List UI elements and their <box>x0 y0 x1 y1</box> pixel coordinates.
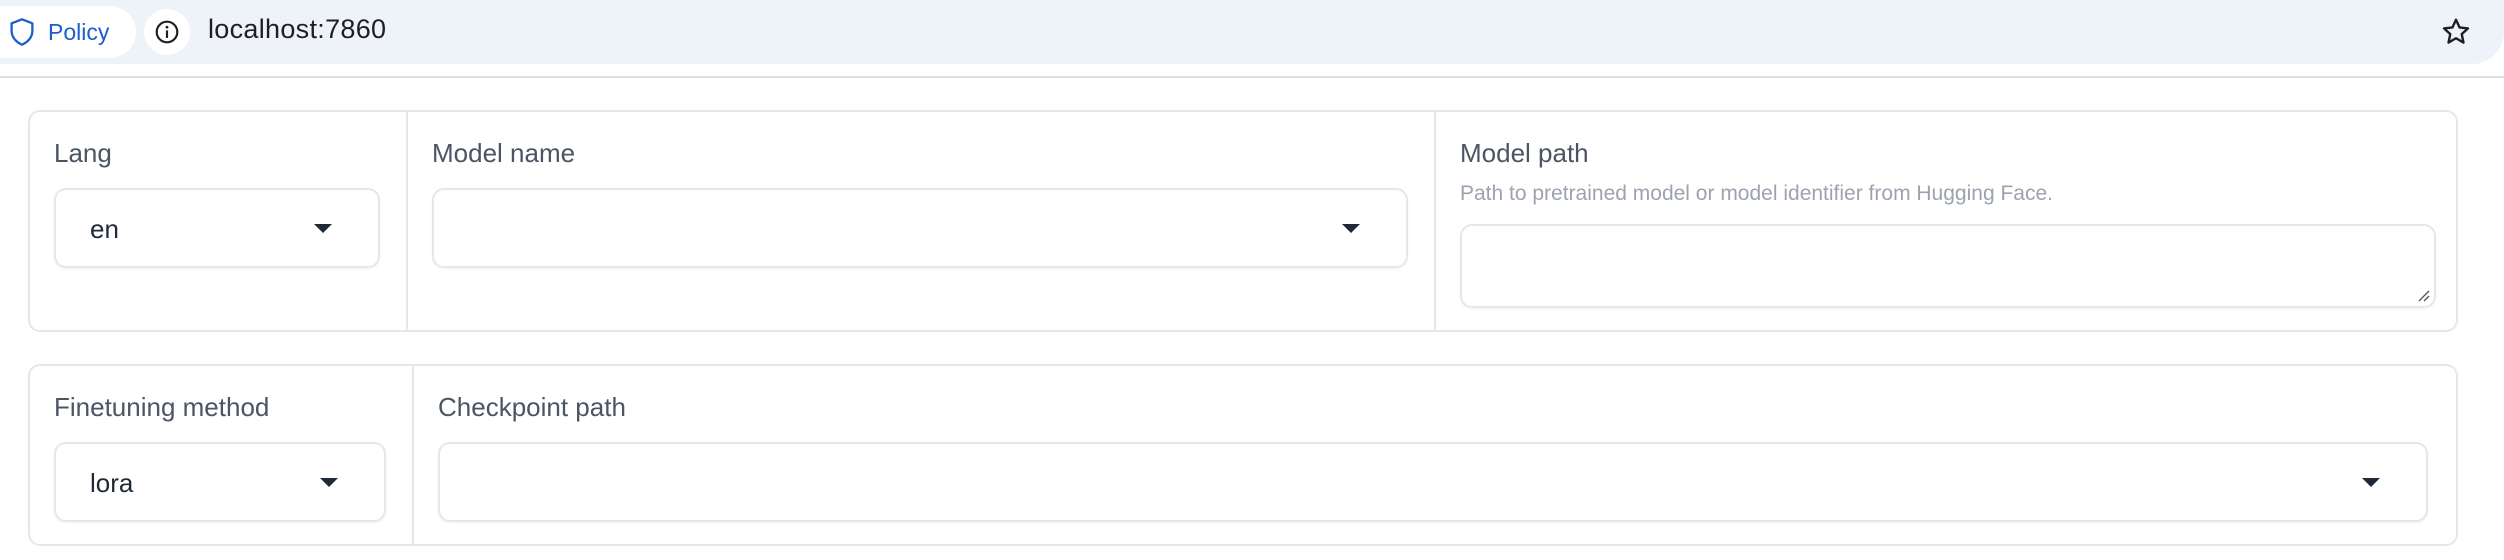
site-info-button[interactable] <box>144 9 190 55</box>
info-icon <box>155 20 179 44</box>
finetuning-method-label: Finetuning method <box>54 392 270 422</box>
checkpoint-path-field: Checkpoint path <box>412 366 2456 544</box>
resize-grip-icon[interactable] <box>2416 288 2430 302</box>
model-name-dropdown[interactable] <box>432 188 1408 268</box>
caret-down-icon <box>314 224 332 233</box>
finetuning-method-value: lora <box>90 468 134 498</box>
checkpoint-path-dropdown[interactable] <box>438 442 2428 522</box>
model-name-field: Model name <box>406 112 1434 330</box>
finetuning-method-dropdown[interactable]: lora <box>54 442 386 522</box>
policy-chip[interactable]: Policy <box>0 6 136 58</box>
caret-down-icon <box>2362 478 2380 487</box>
address-bar: Policy localhost:7860 <box>0 0 2504 64</box>
star-icon <box>2442 18 2470 44</box>
lang-label: Lang <box>54 138 112 168</box>
checkpoint-path-label: Checkpoint path <box>438 392 626 422</box>
policy-label: Policy <box>48 18 110 45</box>
finetuning-method-field: Finetuning method lora <box>30 366 412 544</box>
model-path-label: Model path <box>1460 138 1589 168</box>
caret-down-icon <box>320 478 338 487</box>
toolbar-divider <box>0 76 2504 78</box>
model-name-label: Model name <box>432 138 576 168</box>
model-path-info: Path to pretrained model or model identi… <box>1460 182 2053 205</box>
model-path-field: Model path Path to pretrained model or m… <box>1434 112 2456 330</box>
caret-down-icon <box>1342 224 1360 233</box>
lang-field: Lang en <box>30 112 406 330</box>
model-settings-panel: Lang en Model name Model path Path to pr… <box>28 110 2458 332</box>
lang-dropdown[interactable]: en <box>54 188 380 268</box>
model-path-textarea[interactable] <box>1460 224 2436 308</box>
bookmark-button[interactable] <box>2434 10 2478 54</box>
url-text[interactable]: localhost:7860 <box>208 14 386 45</box>
shield-icon <box>10 18 34 46</box>
finetuning-panel: Finetuning method lora Checkpoint path <box>28 364 2458 546</box>
lang-value: en <box>90 214 119 244</box>
